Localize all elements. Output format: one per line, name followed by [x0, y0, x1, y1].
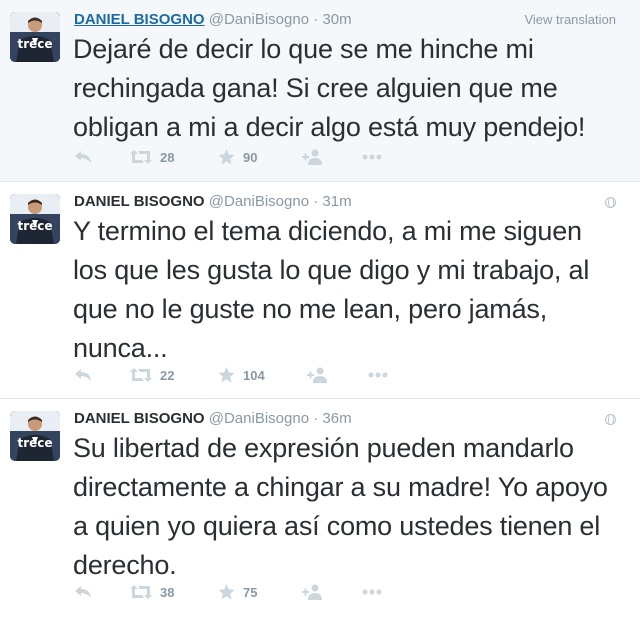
tweet-header: DANIEL BISOGNO @DaniBisogno · 31m	[74, 192, 628, 212]
tweet-text: Su libertad de expresión pueden mandarlo…	[73, 433, 608, 580]
user-handle[interactable]: @DaniBisogno	[209, 193, 309, 210]
more-icon	[362, 589, 382, 595]
favorite-count: 104	[243, 367, 265, 383]
reply-button[interactable]	[74, 364, 92, 386]
reply-icon	[75, 369, 91, 381]
more-button[interactable]	[362, 146, 382, 168]
separator: ·	[313, 11, 319, 28]
tweet-actions: 28 90	[74, 146, 640, 168]
star-icon	[218, 149, 235, 165]
user-name[interactable]: DANIEL BISOGNO	[74, 11, 205, 28]
timestamp[interactable]: 31m	[322, 193, 351, 210]
retweet-icon	[130, 368, 152, 382]
tweet-header: DANIEL BISOGNO @DaniBisogno · 30m View t…	[74, 10, 628, 30]
timestamp[interactable]: 36m	[322, 410, 351, 427]
tweet[interactable]: trece DANIEL BISOGNO @DaniBisogno · 36m …	[0, 399, 640, 618]
more-icon	[368, 372, 388, 378]
user-name[interactable]: DANIEL BISOGNO	[74, 193, 205, 210]
view-translation-link[interactable]: View translation	[524, 10, 616, 30]
reply-icon	[75, 586, 91, 598]
tweet[interactable]: trece DANIEL BISOGNO @DaniBisogno · 30m …	[0, 0, 640, 182]
retweet-icon	[130, 150, 152, 164]
globe-button[interactable]	[605, 194, 616, 214]
avatar[interactable]: trece	[10, 12, 60, 62]
tweet-text: Dejaré de decir lo que se me hinche mi r…	[73, 34, 586, 142]
favorite-count: 75	[243, 584, 258, 600]
favorite-count: 90	[243, 149, 258, 165]
timestamp[interactable]: 30m	[322, 11, 351, 28]
retweet-count: 38	[160, 584, 175, 600]
tweet[interactable]: trece DANIEL BISOGNO @DaniBisogno · 31m …	[0, 182, 640, 399]
retweet-icon	[130, 585, 152, 599]
favorite-button[interactable]: 75	[218, 581, 257, 603]
tweet-actions: 38 75	[74, 581, 640, 603]
follow-button[interactable]	[302, 146, 322, 168]
globe-icon	[605, 414, 616, 425]
separator: ·	[313, 193, 319, 210]
star-icon	[218, 367, 235, 383]
follow-icon	[302, 584, 322, 600]
avatar-logo: trece	[17, 219, 52, 233]
tweet-text: Y termino el tema diciendo, a mi me sigu…	[73, 216, 590, 363]
globe-button[interactable]	[605, 411, 616, 431]
user-handle[interactable]: @DaniBisogno	[209, 11, 309, 28]
star-icon	[218, 584, 235, 600]
retweet-button[interactable]: 22	[130, 364, 174, 386]
favorite-button[interactable]: 104	[218, 364, 265, 386]
reply-icon	[75, 151, 91, 163]
follow-button[interactable]	[307, 364, 327, 386]
more-icon	[362, 154, 382, 160]
follow-icon	[302, 149, 322, 165]
user-name[interactable]: DANIEL BISOGNO	[74, 410, 205, 427]
separator: ·	[313, 410, 319, 427]
avatar[interactable]: trece	[10, 194, 60, 244]
avatar[interactable]: trece	[10, 411, 60, 461]
more-button[interactable]	[368, 364, 388, 386]
retweet-button[interactable]: 38	[130, 581, 174, 603]
reply-button[interactable]	[74, 146, 92, 168]
tweet-header: DANIEL BISOGNO @DaniBisogno · 36m	[74, 409, 628, 429]
follow-icon	[307, 367, 327, 383]
retweet-count: 22	[160, 367, 175, 383]
user-handle[interactable]: @DaniBisogno	[209, 410, 309, 427]
follow-button[interactable]	[302, 581, 322, 603]
avatar-logo: trece	[17, 436, 52, 450]
retweet-button[interactable]: 28	[130, 146, 174, 168]
avatar-logo: trece	[17, 37, 52, 51]
reply-button[interactable]	[74, 581, 92, 603]
more-button[interactable]	[362, 581, 382, 603]
tweet-actions: 22 104	[74, 364, 640, 386]
globe-icon	[605, 197, 616, 208]
retweet-count: 28	[160, 149, 175, 165]
favorite-button[interactable]: 90	[218, 146, 257, 168]
